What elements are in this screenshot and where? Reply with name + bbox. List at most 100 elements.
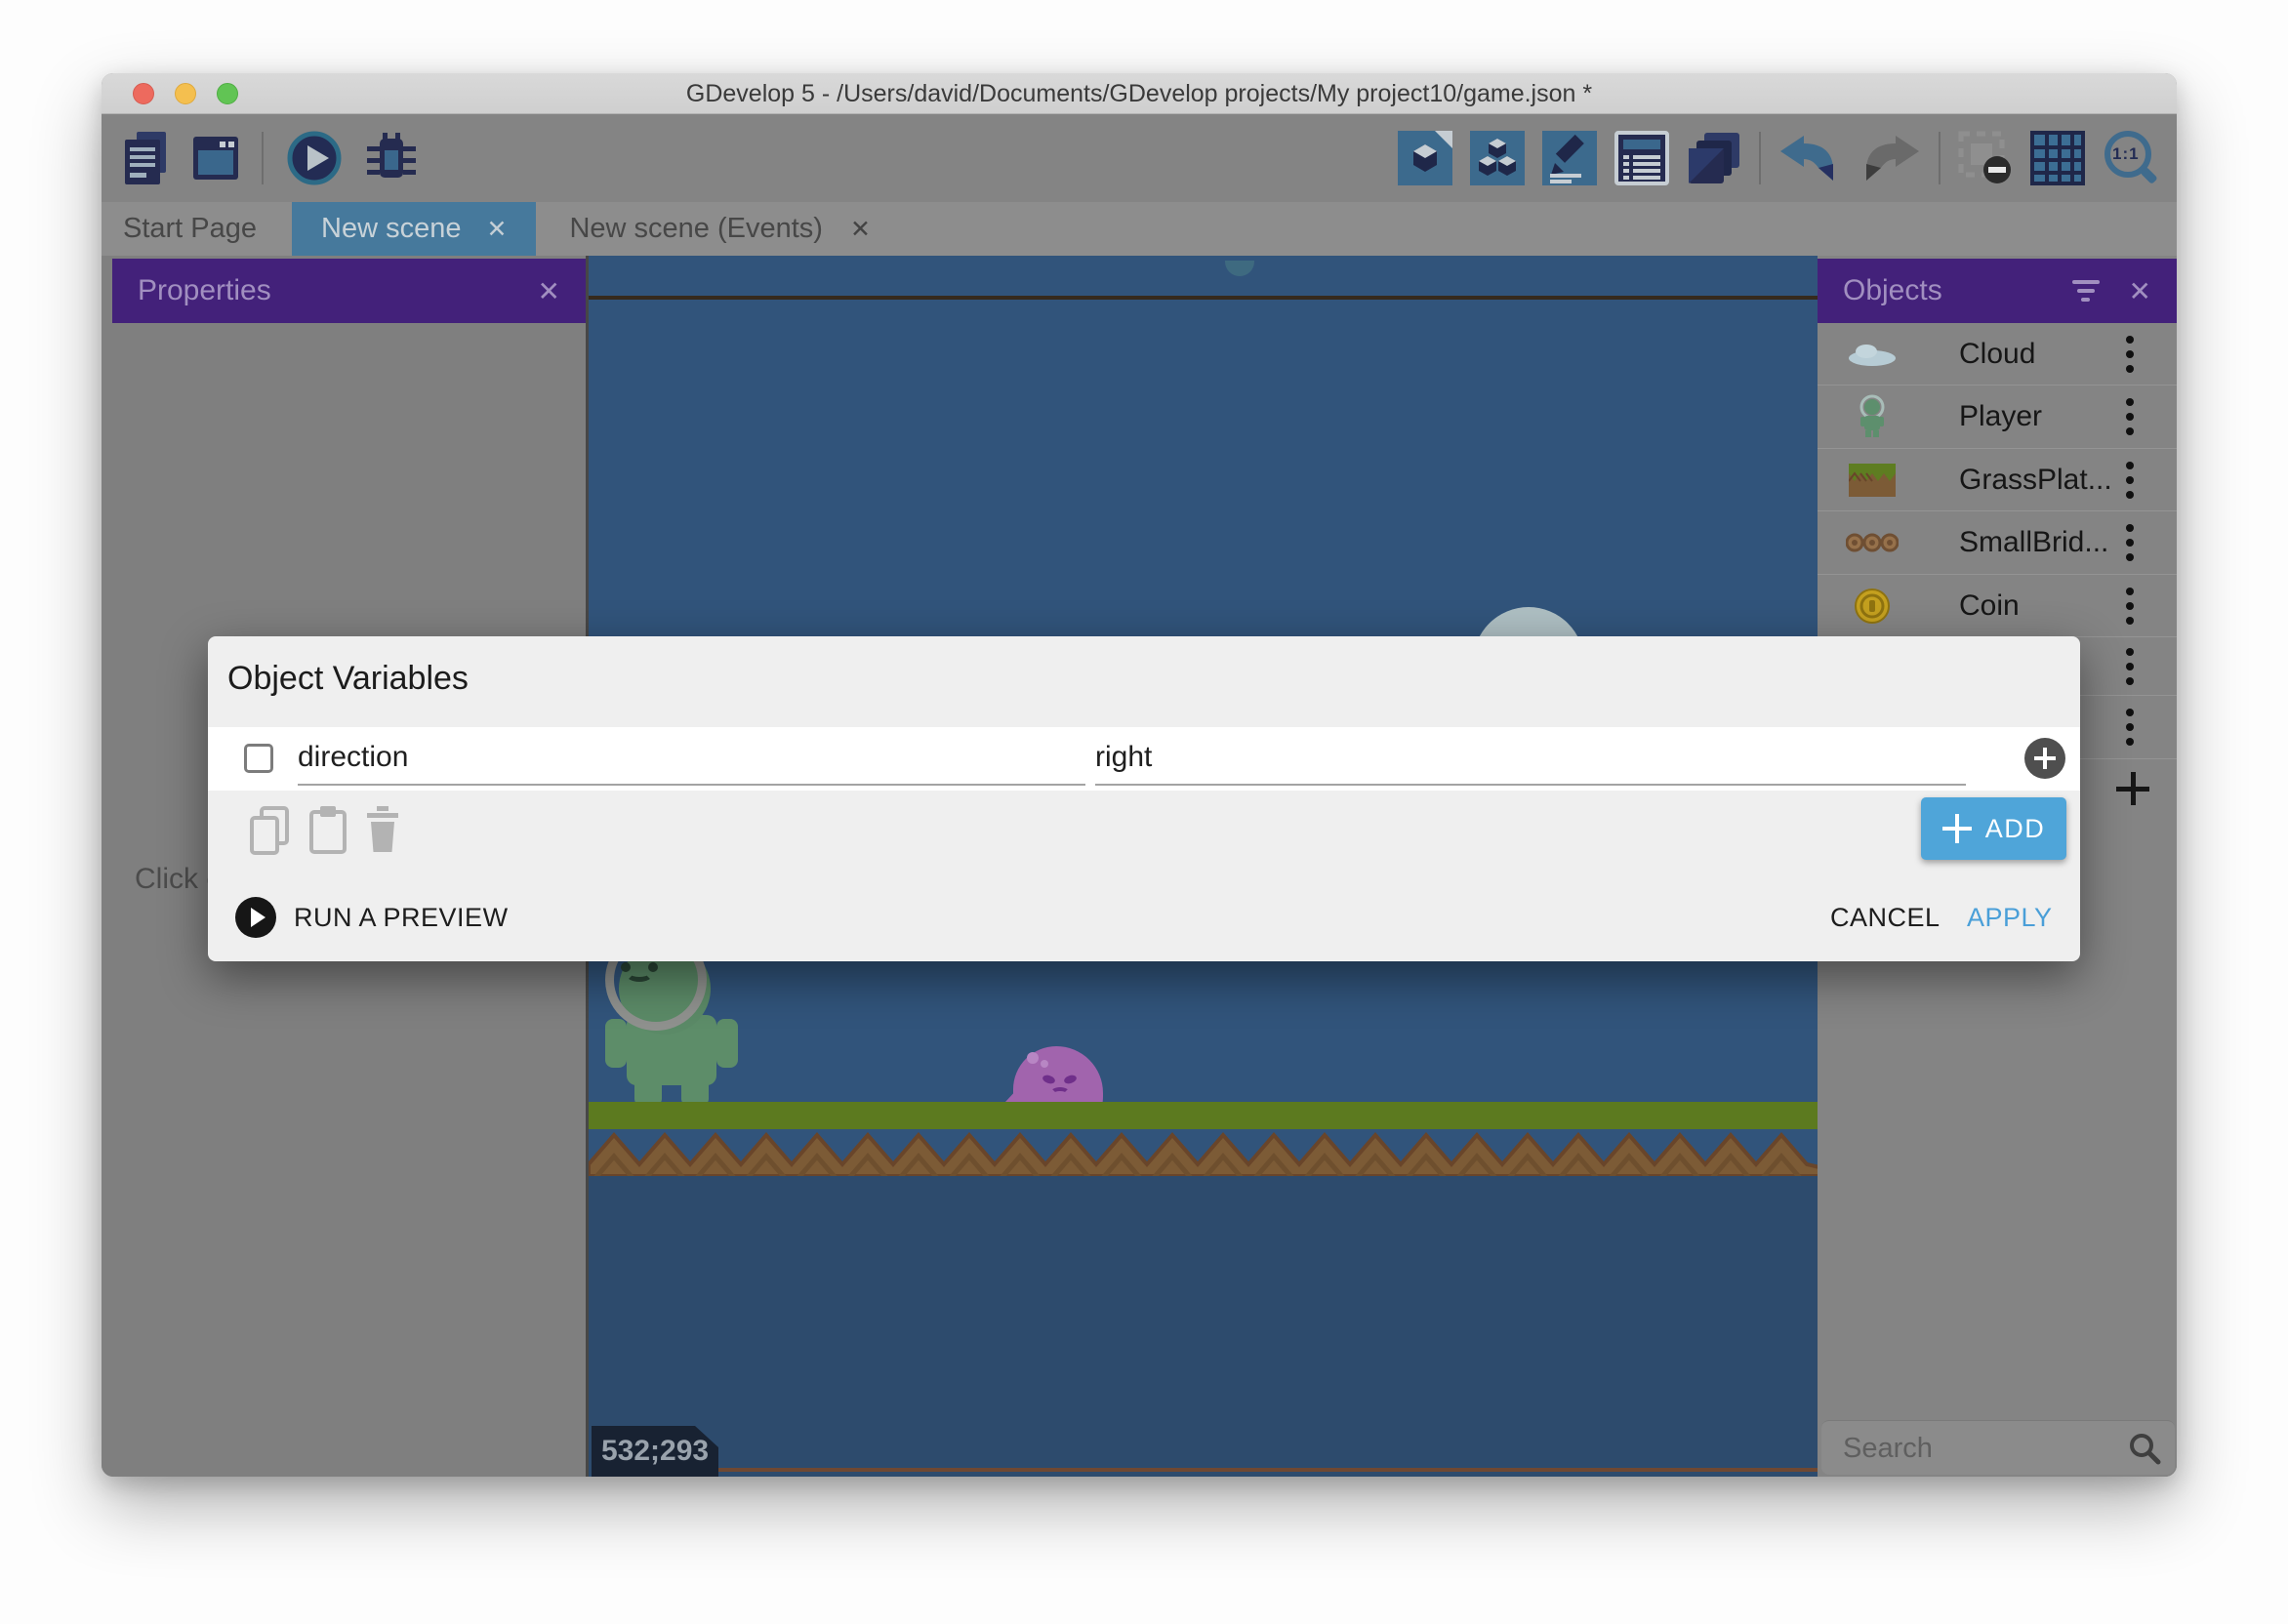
object-menu-icon[interactable]	[2126, 524, 2134, 561]
grass-platform-thumbnail-icon	[1845, 464, 1900, 497]
slime-spot	[1027, 1052, 1039, 1064]
close-icon[interactable]: ✕	[850, 215, 871, 244]
filter-icon[interactable]	[2072, 280, 2100, 302]
titlebar[interactable]: GDevelop 5 - /Users/david/Documents/GDev…	[102, 73, 2177, 114]
dialog-footer: RUN A PREVIEW CANCEL APPLY	[208, 888, 2080, 947]
objects-editor-icon[interactable]	[1470, 131, 1525, 185]
slime-mouth	[1050, 1087, 1070, 1099]
play-preview-icon[interactable]	[287, 131, 342, 185]
game-window-border	[589, 296, 1818, 300]
objects-panel-header: Objects ✕	[1818, 259, 2177, 323]
app-window: GDevelop 5 - /Users/david/Documents/GDev…	[102, 73, 2177, 1477]
object-row-player[interactable]: Player	[1818, 386, 2177, 449]
grid-icon[interactable]	[2030, 131, 2085, 185]
enemy-slime-object[interactable]	[1005, 1046, 1107, 1102]
close-icon[interactable]: ✕	[2129, 275, 2177, 307]
cancel-button[interactable]: CANCEL	[1809, 888, 1962, 947]
variable-actions	[250, 806, 400, 860]
add-child-variable-icon[interactable]	[2024, 738, 2065, 779]
scene-object-partial[interactable]	[1225, 261, 1254, 276]
lower-background	[589, 1176, 1818, 1477]
tab-label: New scene	[321, 213, 461, 245]
slime-tail	[1005, 1087, 1019, 1102]
add-button-label: ADD	[1985, 814, 2046, 844]
tab-bar: Start Page New scene ✕ New scene (Events…	[102, 202, 2177, 256]
objects-search-bar	[1821, 1420, 2175, 1475]
apply-button[interactable]: APPLY	[1945, 888, 2074, 947]
redo-icon[interactable]	[1859, 135, 1921, 182]
start-page-icon[interactable]	[193, 137, 238, 180]
toolbar-left-group	[125, 114, 418, 202]
search-icon[interactable]	[2128, 1432, 2161, 1470]
debug-icon[interactable]	[365, 131, 418, 185]
player-thumbnail-icon	[1845, 394, 1900, 439]
dialog-title: Object Variables	[227, 660, 469, 698]
add-object-icon[interactable]	[2116, 772, 2149, 805]
properties-panel-header: Properties ✕	[112, 259, 586, 323]
toolbar-divider	[1939, 132, 1941, 184]
desktop: GDevelop 5 - /Users/david/Documents/GDev…	[0, 0, 2288, 1624]
variable-checkbox[interactable]	[244, 744, 273, 773]
properties-edit-icon[interactable]	[1542, 131, 1597, 185]
window-title: GDevelop 5 - /Users/david/Documents/GDev…	[102, 73, 2177, 114]
add-variable-button[interactable]: ADD	[1921, 797, 2066, 860]
dirt-zigzag	[589, 1129, 1818, 1176]
object-row-grassplatform[interactable]: GrassPlat...	[1818, 449, 2177, 511]
grass-platform[interactable]	[589, 1102, 1818, 1129]
object-variables-dialog: Object Variables	[208, 636, 2080, 961]
project-manager-icon[interactable]	[125, 132, 170, 184]
coin-thumbnail-icon	[1845, 588, 1900, 625]
undo-icon[interactable]	[1778, 135, 1841, 182]
zoom-1-1-icon[interactable]: 1:1	[2103, 129, 2161, 187]
zoom-ratio-label: 1:1	[2112, 144, 2140, 164]
object-menu-icon[interactable]	[2126, 588, 2134, 625]
close-icon[interactable]: ✕	[487, 215, 508, 244]
object-menu-icon[interactable]	[2126, 398, 2134, 435]
object-menu-icon[interactable]	[2126, 648, 2134, 685]
plus-icon	[1942, 814, 1972, 843]
object-menu-icon[interactable]	[2126, 462, 2134, 499]
tab-new-scene-events[interactable]: New scene (Events) ✕	[536, 202, 899, 256]
toolbar-divider	[262, 132, 264, 184]
tab-new-scene[interactable]: New scene ✕	[292, 202, 536, 256]
object-menu-icon[interactable]	[2126, 336, 2134, 373]
delete-icon[interactable]	[365, 806, 400, 858]
toolbar-divider	[1759, 132, 1761, 184]
slime-spot	[1041, 1060, 1048, 1068]
player-arm	[605, 1019, 627, 1068]
copy-icon[interactable]	[250, 806, 291, 860]
toolbar-right-group: 1:1	[1398, 114, 2161, 202]
panel-title: Properties	[112, 274, 538, 307]
mask-icon[interactable]	[1958, 131, 2013, 185]
small-bridge-thumbnail-icon	[1845, 533, 1900, 552]
object-row-cloud[interactable]: Cloud	[1818, 323, 2177, 386]
object-row-coin[interactable]: Coin	[1818, 575, 2177, 637]
object-name: Coin	[1959, 575, 2020, 636]
run-preview-label: RUN A PREVIEW	[294, 903, 509, 933]
scene-bottom-line	[718, 1468, 1818, 1472]
panel-title: Objects	[1818, 274, 2072, 307]
object-name: SmallBrid...	[1959, 511, 2108, 574]
close-icon[interactable]: ✕	[538, 275, 586, 307]
object-name: GrassPlat...	[1959, 449, 2112, 510]
paste-icon[interactable]	[308, 806, 347, 860]
tab-start-page[interactable]: Start Page	[102, 202, 292, 256]
export-scene-icon[interactable]	[1398, 131, 1452, 185]
play-icon	[235, 897, 276, 938]
run-preview-button[interactable]: RUN A PREVIEW	[235, 888, 509, 947]
tab-label: Start Page	[123, 213, 257, 245]
cloud-thumbnail-icon	[1845, 343, 1900, 366]
instances-list-icon[interactable]	[1614, 131, 1669, 185]
object-name: Cloud	[1959, 323, 2035, 385]
cursor-coordinates-badge: 532;293	[592, 1426, 718, 1477]
layers-icon[interactable]	[1687, 131, 1741, 185]
variable-value-field[interactable]	[1095, 731, 1966, 786]
search-input[interactable]	[1843, 1421, 2097, 1476]
tab-label: New scene (Events)	[569, 213, 823, 245]
variable-name-field[interactable]	[298, 731, 1085, 786]
object-name: Player	[1959, 386, 2042, 448]
object-menu-icon[interactable]	[2126, 709, 2134, 746]
player-arm	[716, 1019, 738, 1068]
object-row-smallbridge[interactable]: SmallBrid...	[1818, 511, 2177, 575]
main-toolbar: 1:1	[102, 114, 2177, 202]
